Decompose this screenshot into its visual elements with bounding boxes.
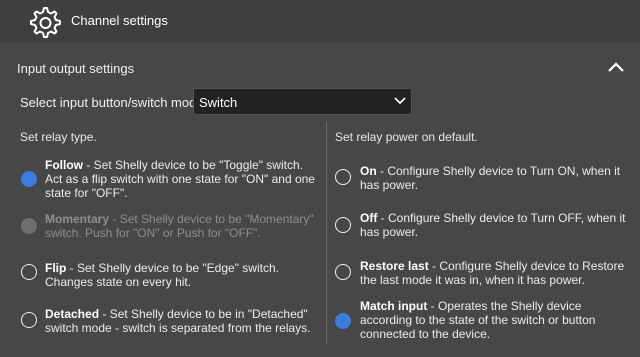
radio-match-input[interactable] [335,313,351,329]
mode-label: Select input button/switch mode. [20,95,208,110]
option-desc: - Configure Shelly device to Restore [432,259,625,273]
option-desc: - Set Shelly device to be "Toggle" switc… [86,158,303,172]
radio-detached[interactable] [21,312,37,328]
option-name: Momentary [45,212,110,226]
option-on: On - Configure Shelly device to Turn ON,… [360,164,620,192]
radio-follow[interactable] [21,171,37,187]
mode-select[interactable]: Switch [193,88,412,115]
option-desc: Changes state on every hit. [45,275,192,289]
page-title: Channel settings [71,13,168,28]
radio-momentary [21,218,37,234]
gear-icon [30,7,61,38]
option-desc: - Set Shelly device to be "Momentary" [112,212,314,226]
relay-type-title: Set relay type. [20,130,97,144]
option-desc: - Configure Shelly device to Turn ON, wh… [380,164,621,178]
chevron-down-icon [394,97,406,105]
option-name: Flip [45,261,67,275]
option-name: On [360,164,377,178]
option-name: Restore last [360,259,429,273]
option-momentary: Momentary - Set Shelly device to be "Mom… [45,212,314,240]
option-follow: Follow - Set Shelly device to be "Toggle… [45,158,315,200]
option-name: Off [360,211,378,225]
option-name: Detached [45,307,100,321]
header-bar: Channel settings [0,0,640,42]
option-desc: connected to the device. [360,327,491,341]
option-restore-last: Restore last - Configure Shelly device t… [360,259,624,287]
chevron-up-icon[interactable] [606,60,626,74]
option-desc: - Operates the Shelly device [430,299,582,313]
option-desc: Act as a flip switch with one state for … [45,172,315,186]
option-detached: Detached - Set Shelly device to be in "D… [45,307,310,335]
radio-restore-last[interactable] [335,264,351,280]
option-flip: Flip - Set Shelly device to be "Edge" sw… [45,261,279,289]
option-off: Off - Configure Shelly device to Turn OF… [360,211,625,239]
option-desc: - Set Shelly device to be in "Detached" [102,307,308,321]
option-desc: according to the state of the switch or … [360,313,596,327]
option-desc: state for "OFF". [45,186,128,200]
mode-select-value: Switch [199,95,238,110]
section-title: Input output settings [17,61,135,76]
option-desc: switch. Push for "ON" or Push for "OFF". [45,226,261,240]
option-desc: has power. [360,225,419,239]
option-name: Match input [360,299,428,313]
option-match-input: Match input - Operates the Shelly device… [360,299,595,341]
column-divider [326,122,327,344]
option-name: Follow [45,158,83,172]
option-desc: has power. [360,178,419,192]
radio-on[interactable] [335,169,351,185]
power-default-title: Set relay power on default. [335,130,478,144]
option-desc: - Set Shelly device to be "Edge" switch. [69,261,279,275]
option-desc: switch mode - switch is separated from t… [45,321,311,335]
option-desc: the last mode it was in, when it has pow… [360,273,585,287]
option-desc: - Configure Shelly device to Turn OFF, w… [380,211,626,225]
radio-flip[interactable] [21,264,37,280]
radio-off[interactable] [335,217,351,233]
